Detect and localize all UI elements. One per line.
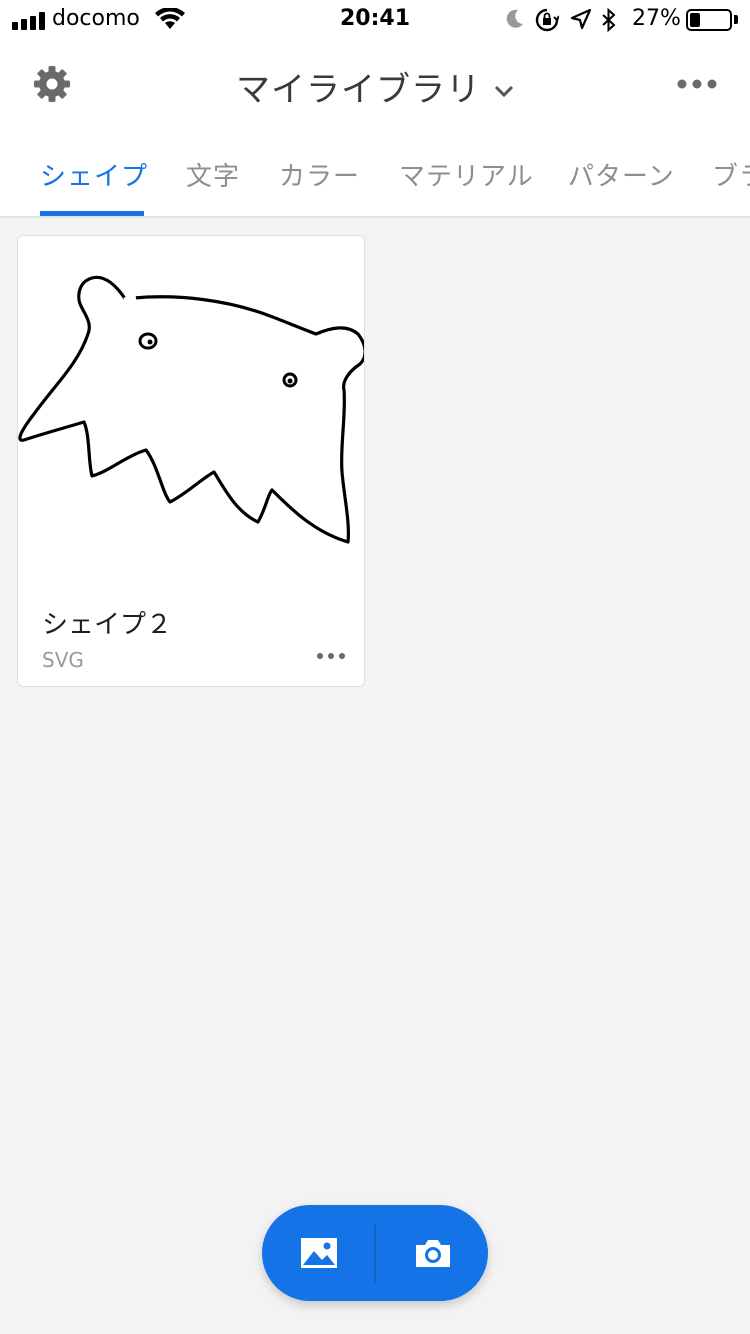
asset-type: SVG bbox=[42, 648, 84, 672]
chevron-down-icon bbox=[494, 85, 514, 97]
category-tabs: シェイプ 文字 カラー マテリアル パターン ブラシ bbox=[0, 150, 750, 218]
asset-name: シェイプ２ bbox=[42, 610, 173, 640]
tab-colors[interactable]: カラー bbox=[279, 156, 360, 193]
tab-brushes[interactable]: ブラシ bbox=[712, 156, 750, 193]
image-icon bbox=[301, 1238, 337, 1268]
moon-icon bbox=[506, 9, 523, 28]
app-header-area: docomo 20:41 27% マイライブラリ シェイプ 文字 カラー マテリ… bbox=[0, 0, 750, 218]
location-arrow-icon bbox=[570, 8, 592, 30]
battery-cap bbox=[734, 15, 738, 24]
tab-text[interactable]: 文字 bbox=[186, 156, 240, 193]
asset-more-icon[interactable] bbox=[316, 646, 346, 666]
add-asset-fab bbox=[262, 1205, 488, 1301]
bluetooth-icon bbox=[602, 8, 616, 32]
orientation-lock-icon bbox=[535, 8, 559, 32]
tab-shapes[interactable]: シェイプ bbox=[40, 156, 148, 193]
page-title: マイライブラリ bbox=[235, 70, 481, 110]
library-selector[interactable]: マイライブラリ bbox=[0, 62, 750, 111]
camera-icon bbox=[416, 1240, 450, 1267]
tab-patterns[interactable]: パターン bbox=[568, 156, 675, 193]
image-import-button[interactable] bbox=[262, 1205, 374, 1301]
more-options-icon[interactable] bbox=[676, 70, 718, 98]
tab-materials[interactable]: マテリアル bbox=[399, 156, 534, 193]
battery-level-fill bbox=[690, 13, 700, 27]
shape-thumbnail bbox=[18, 275, 364, 544]
status-bar: docomo 20:41 27% bbox=[0, 0, 750, 40]
camera-button[interactable] bbox=[376, 1205, 488, 1301]
asset-card[interactable]: シェイプ２ SVG bbox=[17, 235, 365, 687]
battery-icon bbox=[686, 9, 732, 31]
active-tab-indicator bbox=[40, 211, 144, 216]
battery-percent: 27% bbox=[632, 6, 681, 31]
